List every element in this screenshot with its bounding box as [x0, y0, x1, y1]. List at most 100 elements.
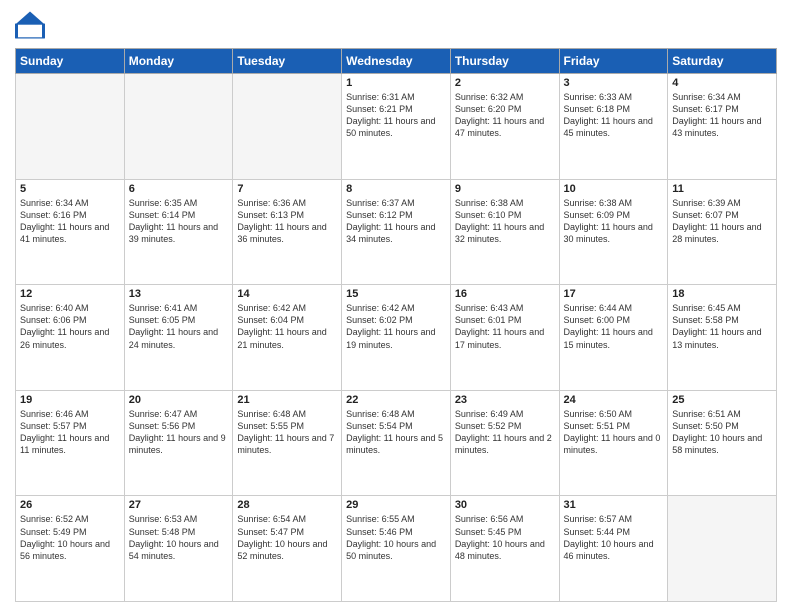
- day-info: Sunrise: 6:46 AM Sunset: 5:57 PM Dayligh…: [20, 408, 120, 457]
- day-cell: 2 Sunrise: 6:32 AM Sunset: 6:20 PM Daylig…: [450, 74, 559, 180]
- day-info: Sunrise: 6:43 AM Sunset: 6:01 PM Dayligh…: [455, 302, 555, 351]
- day-number: 21: [237, 394, 337, 406]
- day-info: Sunrise: 6:50 AM Sunset: 5:51 PM Dayligh…: [564, 408, 664, 457]
- day-info: Sunrise: 6:41 AM Sunset: 6:05 PM Dayligh…: [129, 302, 229, 351]
- weekday-header-thursday: Thursday: [450, 49, 559, 74]
- day-info: Sunrise: 6:35 AM Sunset: 6:14 PM Dayligh…: [129, 197, 229, 246]
- day-info: Sunrise: 6:53 AM Sunset: 5:48 PM Dayligh…: [129, 513, 229, 562]
- day-cell: 3Sunrise: 6:33 AM Sunset: 6:18 PM Daylig…: [559, 74, 668, 180]
- day-info: Sunrise: 6:34 AM Sunset: 6:17 PM Dayligh…: [672, 91, 772, 140]
- day-info: Sunrise: 6:45 AM Sunset: 5:58 PM Dayligh…: [672, 302, 772, 351]
- day-cell: 13 Sunrise: 6:41 AM Sunset: 6:05 PM Dayli…: [124, 285, 233, 391]
- day-info: Sunrise: 6:38 AM Sunset: 6:09 PM Dayligh…: [564, 197, 664, 246]
- day-number: 24: [564, 394, 664, 406]
- day-cell: 27 Sunrise: 6:53 AM Sunset: 5:48 PM Dayli…: [124, 496, 233, 602]
- day-cell: 11Sunrise: 6:39 AM Sunset: 6:07 PM Dayli…: [668, 179, 777, 285]
- day-number: 20: [129, 394, 229, 406]
- day-info: Sunrise: 6:32 AM Sunset: 6:20 PM Dayligh…: [455, 91, 555, 140]
- logo-icon: [15, 10, 45, 40]
- day-info: Sunrise: 6:55 AM Sunset: 5:46 PM Dayligh…: [346, 513, 446, 562]
- day-number: 23: [455, 394, 555, 406]
- day-info: Sunrise: 6:40 AM Sunset: 6:06 PM Dayligh…: [20, 302, 120, 351]
- day-cell: [124, 74, 233, 180]
- day-info: Sunrise: 6:33 AM Sunset: 6:18 PM Dayligh…: [564, 91, 664, 140]
- day-number: 1: [346, 77, 446, 89]
- day-info: Sunrise: 6:37 AM Sunset: 6:12 PM Dayligh…: [346, 197, 446, 246]
- week-row-1: 1 Sunrise: 6:31 AM Sunset: 6:21 PM Daylig…: [16, 74, 777, 180]
- day-cell: 25 Sunrise: 6:51 AM Sunset: 5:50 PM Dayli…: [668, 390, 777, 496]
- day-info: Sunrise: 6:48 AM Sunset: 5:54 PM Dayligh…: [346, 408, 446, 457]
- day-cell: 4 Sunrise: 6:34 AM Sunset: 6:17 PM Daylig…: [668, 74, 777, 180]
- week-row-3: 12 Sunrise: 6:40 AM Sunset: 6:06 PM Dayli…: [16, 285, 777, 391]
- day-info: Sunrise: 6:51 AM Sunset: 5:50 PM Dayligh…: [672, 408, 772, 457]
- day-cell: 23 Sunrise: 6:49 AM Sunset: 5:52 PM Dayli…: [450, 390, 559, 496]
- weekday-header-row: SundayMondayTuesdayWednesdayThursdayFrid…: [16, 49, 777, 74]
- day-number: 2: [455, 77, 555, 89]
- day-cell: 17Sunrise: 6:44 AM Sunset: 6:00 PM Dayli…: [559, 285, 668, 391]
- day-info: Sunrise: 6:42 AM Sunset: 6:04 PM Dayligh…: [237, 302, 337, 351]
- day-number: 4: [672, 77, 772, 89]
- day-number: 30: [455, 499, 555, 511]
- weekday-header-friday: Friday: [559, 49, 668, 74]
- day-cell: 30 Sunrise: 6:56 AM Sunset: 5:45 PM Dayli…: [450, 496, 559, 602]
- day-cell: 14 Sunrise: 6:42 AM Sunset: 6:04 PM Dayli…: [233, 285, 342, 391]
- day-cell: [233, 74, 342, 180]
- day-cell: 28 Sunrise: 6:54 AM Sunset: 5:47 PM Dayli…: [233, 496, 342, 602]
- day-info: Sunrise: 6:57 AM Sunset: 5:44 PM Dayligh…: [564, 513, 664, 562]
- day-cell: 18Sunrise: 6:45 AM Sunset: 5:58 PM Dayli…: [668, 285, 777, 391]
- day-number: 31: [564, 499, 664, 511]
- calendar-table: SundayMondayTuesdayWednesdayThursdayFrid…: [15, 48, 777, 602]
- day-cell: 31 Sunrise: 6:57 AM Sunset: 5:44 PM Dayli…: [559, 496, 668, 602]
- day-info: Sunrise: 6:44 AM Sunset: 6:00 PM Dayligh…: [564, 302, 664, 351]
- day-number: 9: [455, 183, 555, 195]
- day-number: 29: [346, 499, 446, 511]
- day-info: Sunrise: 6:52 AM Sunset: 5:49 PM Dayligh…: [20, 513, 120, 562]
- week-row-2: 5 Sunrise: 6:34 AM Sunset: 6:16 PM Daylig…: [16, 179, 777, 285]
- week-row-5: 26 Sunrise: 6:52 AM Sunset: 5:49 PM Dayli…: [16, 496, 777, 602]
- day-number: 28: [237, 499, 337, 511]
- page: SundayMondayTuesdayWednesdayThursdayFrid…: [0, 0, 792, 612]
- day-cell: 7 Sunrise: 6:36 AM Sunset: 6:13 PM Daylig…: [233, 179, 342, 285]
- day-info: Sunrise: 6:42 AM Sunset: 6:02 PM Dayligh…: [346, 302, 446, 351]
- day-cell: 16 Sunrise: 6:43 AM Sunset: 6:01 PM Dayli…: [450, 285, 559, 391]
- day-cell: 22Sunrise: 6:48 AM Sunset: 5:54 PM Dayli…: [342, 390, 451, 496]
- header: [15, 10, 777, 40]
- day-number: 14: [237, 288, 337, 300]
- day-number: 8: [346, 183, 446, 195]
- day-info: Sunrise: 6:56 AM Sunset: 5:45 PM Dayligh…: [455, 513, 555, 562]
- day-number: 6: [129, 183, 229, 195]
- day-cell: 21Sunrise: 6:48 AM Sunset: 5:55 PM Dayli…: [233, 390, 342, 496]
- day-number: 15: [346, 288, 446, 300]
- day-info: Sunrise: 6:47 AM Sunset: 5:56 PM Dayligh…: [129, 408, 229, 457]
- day-number: 5: [20, 183, 120, 195]
- day-number: 19: [20, 394, 120, 406]
- day-cell: 26 Sunrise: 6:52 AM Sunset: 5:49 PM Dayli…: [16, 496, 125, 602]
- day-number: 12: [20, 288, 120, 300]
- day-number: 27: [129, 499, 229, 511]
- day-cell: 19 Sunrise: 6:46 AM Sunset: 5:57 PM Dayli…: [16, 390, 125, 496]
- weekday-header-tuesday: Tuesday: [233, 49, 342, 74]
- day-number: 10: [564, 183, 664, 195]
- day-cell: [668, 496, 777, 602]
- day-number: 26: [20, 499, 120, 511]
- day-cell: 5 Sunrise: 6:34 AM Sunset: 6:16 PM Daylig…: [16, 179, 125, 285]
- day-info: Sunrise: 6:36 AM Sunset: 6:13 PM Dayligh…: [237, 197, 337, 246]
- day-info: Sunrise: 6:31 AM Sunset: 6:21 PM Dayligh…: [346, 91, 446, 140]
- logo: [15, 10, 47, 40]
- day-info: Sunrise: 6:54 AM Sunset: 5:47 PM Dayligh…: [237, 513, 337, 562]
- day-number: 7: [237, 183, 337, 195]
- weekday-header-saturday: Saturday: [668, 49, 777, 74]
- day-cell: 9 Sunrise: 6:38 AM Sunset: 6:10 PM Daylig…: [450, 179, 559, 285]
- day-number: 16: [455, 288, 555, 300]
- day-cell: 8 Sunrise: 6:37 AM Sunset: 6:12 PM Daylig…: [342, 179, 451, 285]
- day-cell: 24 Sunrise: 6:50 AM Sunset: 5:51 PM Dayli…: [559, 390, 668, 496]
- day-info: Sunrise: 6:34 AM Sunset: 6:16 PM Dayligh…: [20, 197, 120, 246]
- day-number: 13: [129, 288, 229, 300]
- weekday-header-wednesday: Wednesday: [342, 49, 451, 74]
- day-info: Sunrise: 6:38 AM Sunset: 6:10 PM Dayligh…: [455, 197, 555, 246]
- day-number: 11: [672, 183, 772, 195]
- day-cell: 29 Sunrise: 6:55 AM Sunset: 5:46 PM Dayli…: [342, 496, 451, 602]
- day-cell: 10 Sunrise: 6:38 AM Sunset: 6:09 PM Dayli…: [559, 179, 668, 285]
- day-info: Sunrise: 6:49 AM Sunset: 5:52 PM Dayligh…: [455, 408, 555, 457]
- day-number: 25: [672, 394, 772, 406]
